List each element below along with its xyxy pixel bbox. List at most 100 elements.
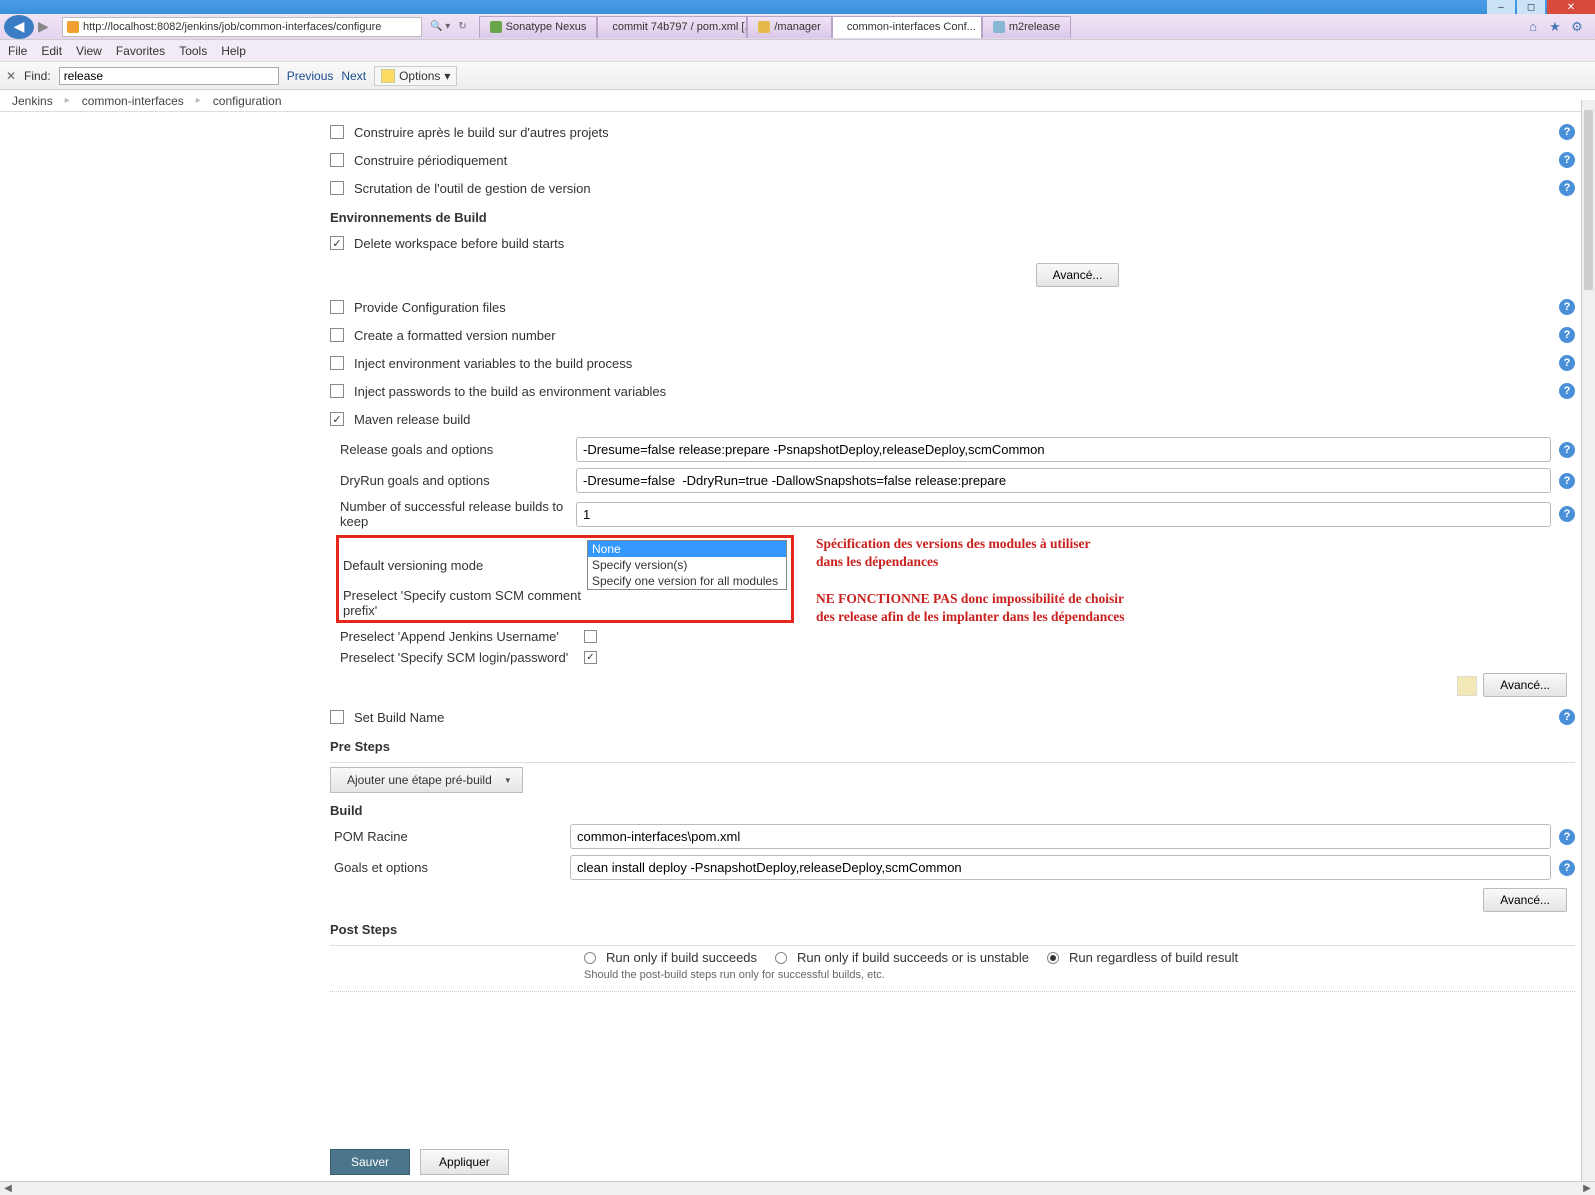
checkbox-build-periodic[interactable]	[330, 153, 344, 167]
menu-view[interactable]: View	[76, 44, 102, 58]
input-keep-builds[interactable]	[576, 502, 1551, 527]
breadcrumb-sep-icon: ▸	[65, 95, 70, 106]
scroll-right-icon[interactable]: ▶	[1579, 1183, 1595, 1194]
search-icon[interactable]: 🔍 ▾	[430, 21, 450, 32]
help-icon[interactable]: ?	[1559, 383, 1575, 399]
advanced-button-3[interactable]: Avancé...	[1483, 888, 1567, 912]
versioning-highlight-box: Default versioning mode None Specify ver…	[336, 535, 794, 623]
favorites-icon[interactable]: ★	[1547, 19, 1563, 35]
find-previous[interactable]: Previous	[287, 69, 334, 83]
option-specify-versions[interactable]: Specify version(s)	[588, 557, 786, 573]
radio-unstable[interactable]	[775, 952, 787, 964]
radio-regardless[interactable]	[1047, 952, 1059, 964]
checkbox-inject-env[interactable]	[330, 356, 344, 370]
input-goals[interactable]	[570, 855, 1551, 880]
horizontal-scrollbar[interactable]: ◀ ▶	[0, 1181, 1595, 1195]
find-close-icon[interactable]: ✕	[6, 69, 16, 83]
save-button[interactable]: Sauver	[330, 1149, 410, 1175]
label-build-after: Construire après le build sur d'autres p…	[354, 125, 609, 140]
checkbox-version-number[interactable]	[330, 328, 344, 342]
select-versioning-mode[interactable]: None Specify version(s) Specify one vers…	[587, 540, 787, 590]
checkbox-config-files[interactable]	[330, 300, 344, 314]
help-icon[interactable]: ?	[1559, 829, 1575, 845]
label-preselect-scm-comment: Preselect 'Specify custom SCM comment pr…	[343, 588, 587, 618]
annotation-warning: NE FONCTIONNE PAS donc impossibilité de …	[816, 590, 1126, 626]
help-icon[interactable]: ?	[1559, 860, 1575, 876]
help-icon[interactable]: ?	[1559, 152, 1575, 168]
tab-m2release[interactable]: m2release	[982, 16, 1071, 38]
tab-sonatype[interactable]: Sonatype Nexus	[479, 16, 598, 38]
checkbox-inject-pwd[interactable]	[330, 384, 344, 398]
label-release-goals: Release goals and options	[336, 442, 576, 457]
tab-jenkins-config[interactable]: common-interfaces Conf...✕	[832, 16, 982, 38]
checkbox-scm-poll[interactable]	[330, 181, 344, 195]
tab-commit[interactable]: commit 74b797 / pom.xml [...	[597, 16, 747, 38]
checkbox-maven-release[interactable]	[330, 412, 344, 426]
help-icon[interactable]: ?	[1559, 473, 1575, 489]
label-set-build-name: Set Build Name	[354, 710, 444, 725]
menu-edit[interactable]: Edit	[41, 44, 62, 58]
help-icon[interactable]: ?	[1559, 709, 1575, 725]
advanced-button[interactable]: Avancé...	[1036, 263, 1120, 287]
label-inject-env: Inject environment variables to the buil…	[354, 356, 632, 371]
option-none[interactable]: None	[588, 541, 786, 557]
option-one-version-all[interactable]: Specify one version for all modules	[588, 573, 786, 589]
find-options-button[interactable]: Options ▾	[374, 66, 457, 86]
label-scm-poll: Scrutation de l'outil de gestion de vers…	[354, 181, 591, 196]
breadcrumb-configuration[interactable]: configuration	[213, 94, 282, 108]
post-steps-hint: Should the post-build steps run only for…	[584, 969, 1575, 981]
tab-manager[interactable]: /manager	[747, 16, 831, 38]
menu-tools[interactable]: Tools	[179, 44, 207, 58]
maximize-button[interactable]: ◻	[1517, 0, 1545, 14]
scrollbar-thumb[interactable]	[1584, 110, 1593, 290]
add-pre-step-button[interactable]: Ajouter une étape pré-build	[330, 767, 523, 793]
advanced-button-2[interactable]: Avancé...	[1483, 673, 1567, 697]
checkbox-build-after[interactable]	[330, 125, 344, 139]
radio-label: Run regardless of build result	[1069, 950, 1238, 965]
address-bar[interactable]: http://localhost:8082/jenkins/job/common…	[62, 17, 422, 37]
vertical-scrollbar[interactable]	[1581, 100, 1595, 1181]
forward-button[interactable]: ▶	[38, 18, 58, 35]
menu-file[interactable]: File	[8, 44, 27, 58]
help-icon[interactable]: ?	[1559, 327, 1575, 343]
find-input[interactable]	[59, 67, 279, 85]
input-pom[interactable]	[570, 824, 1551, 849]
checkbox-scm-login[interactable]	[584, 651, 597, 664]
help-icon[interactable]: ?	[1559, 355, 1575, 371]
breadcrumb-sep-icon: ▸	[196, 95, 201, 106]
menu-help[interactable]: Help	[221, 44, 246, 58]
apply-button[interactable]: Appliquer	[420, 1149, 509, 1175]
label-maven-release: Maven release build	[354, 412, 470, 427]
menu-favorites[interactable]: Favorites	[116, 44, 165, 58]
menu-bar: File Edit View Favorites Tools Help	[0, 40, 1595, 62]
breadcrumb-project[interactable]: common-interfaces	[82, 94, 184, 108]
help-icon[interactable]: ?	[1559, 299, 1575, 315]
breadcrumb-jenkins[interactable]: Jenkins	[12, 94, 53, 108]
help-icon[interactable]: ?	[1559, 506, 1575, 522]
input-release-goals[interactable]	[576, 437, 1551, 462]
checkbox-set-build-name[interactable]	[330, 710, 344, 724]
refresh-icon[interactable]: ↻	[458, 21, 466, 32]
settings-icon[interactable]: ⚙	[1569, 19, 1585, 35]
find-next[interactable]: Next	[341, 69, 366, 83]
tab-label: commit 74b797 / pom.xml [...	[612, 21, 747, 33]
input-dryrun-goals[interactable]	[576, 468, 1551, 493]
find-label: Find:	[24, 69, 51, 83]
minimize-button[interactable]: –	[1487, 0, 1515, 14]
label-preselect-scm-login: Preselect 'Specify SCM login/password'	[336, 650, 584, 665]
back-button[interactable]: ◀	[4, 15, 34, 39]
home-icon[interactable]: ⌂	[1525, 19, 1541, 35]
options-label: Options	[399, 69, 440, 83]
scroll-left-icon[interactable]: ◀	[0, 1183, 16, 1194]
help-icon[interactable]: ?	[1559, 180, 1575, 196]
browser-nav-bar: ◀ ▶ http://localhost:8082/jenkins/job/co…	[0, 14, 1595, 40]
label-build-periodic: Construire périodiquement	[354, 153, 507, 168]
tab-label: common-interfaces Conf...	[847, 21, 976, 33]
help-icon[interactable]: ?	[1559, 442, 1575, 458]
checkbox-append-user[interactable]	[584, 630, 597, 643]
help-icon[interactable]: ?	[1559, 124, 1575, 140]
browser-tabs: Sonatype Nexus commit 74b797 / pom.xml […	[479, 16, 1521, 38]
close-window-button[interactable]: ✕	[1547, 0, 1595, 14]
checkbox-delete-ws[interactable]	[330, 236, 344, 250]
radio-succeeds[interactable]	[584, 952, 596, 964]
